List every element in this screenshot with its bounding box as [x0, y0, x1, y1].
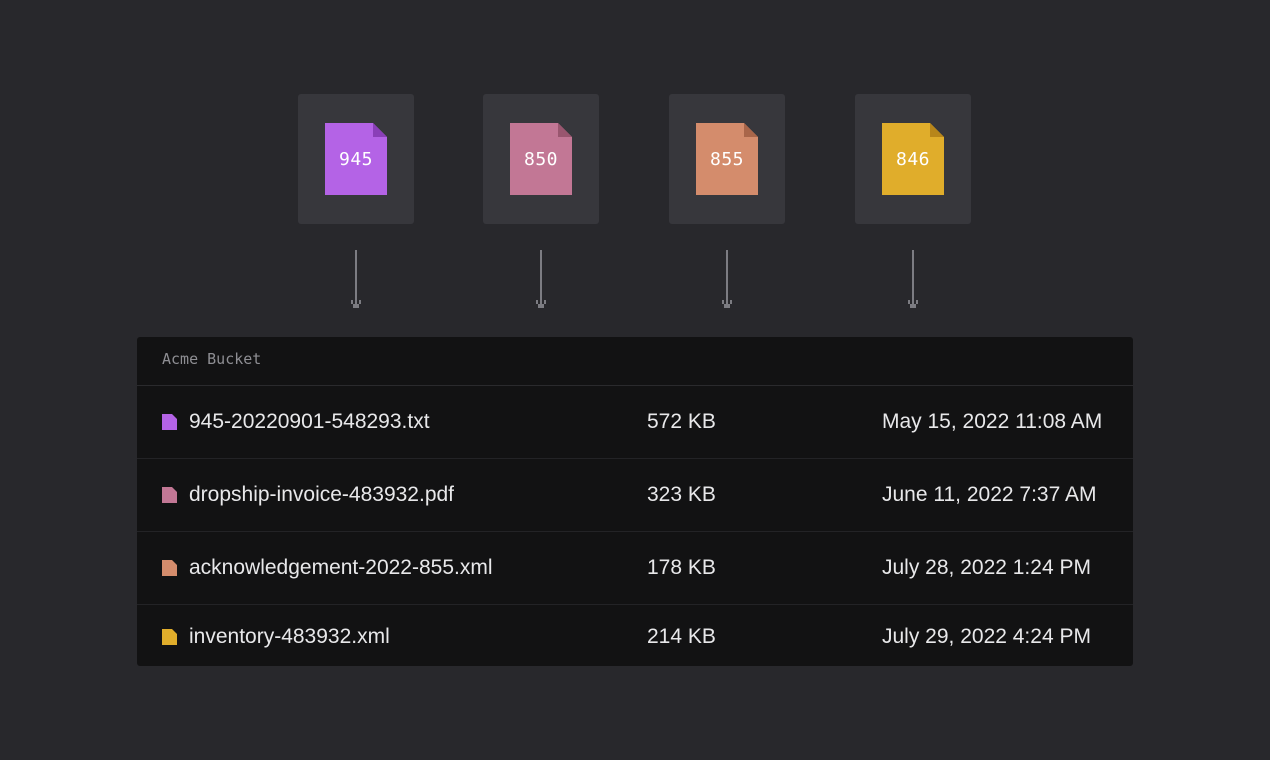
file-row[interactable]: 945-20220901-548293.txt 572 KB May 15, 2… [137, 386, 1133, 459]
document-icon: 846 [882, 123, 944, 195]
file-name: 945-20220901-548293.txt [189, 410, 430, 433]
document-card-855: 855 [669, 94, 785, 224]
down-arrow-icon [351, 250, 361, 308]
document-code: 945 [338, 149, 373, 170]
file-icon [162, 487, 177, 503]
file-date: June 11, 2022 7:37 AM [882, 483, 1097, 506]
file-name: dropship-invoice-483932.pdf [189, 483, 455, 506]
document-card-846: 846 [855, 94, 971, 224]
bucket-title: Acme Bucket [137, 337, 1133, 386]
bucket-panel: Acme Bucket 945-20220901-548293.txt 572 … [137, 337, 1133, 666]
document-code: 846 [895, 149, 930, 170]
file-name: inventory-483932.xml [189, 624, 390, 648]
file-row[interactable]: acknowledgement-2022-855.xml 178 KB July… [137, 532, 1133, 605]
down-arrow-icon [536, 250, 546, 308]
document-card-945: 945 [298, 94, 414, 224]
down-arrow-icon [722, 250, 732, 308]
file-size: 323 KB [647, 483, 716, 506]
file-icon [162, 560, 177, 576]
file-size: 178 KB [647, 556, 716, 579]
file-date: May 15, 2022 11:08 AM [882, 410, 1103, 433]
file-icon [162, 628, 177, 645]
file-size: 214 KB [647, 624, 716, 648]
document-code: 855 [709, 149, 744, 170]
file-row[interactable]: inventory-483932.xml 214 KB July 29, 202… [137, 605, 1133, 666]
down-arrow-icon [908, 250, 918, 308]
file-name: acknowledgement-2022-855.xml [189, 556, 493, 579]
file-date: July 28, 2022 1:24 PM [882, 556, 1091, 579]
file-icon [162, 414, 177, 430]
file-size: 572 KB [647, 410, 716, 433]
document-icon: 850 [510, 123, 572, 195]
document-icon: 855 [696, 123, 758, 195]
document-card-850: 850 [483, 94, 599, 224]
file-date: July 29, 2022 4:24 PM [882, 624, 1091, 648]
document-code: 850 [523, 149, 558, 170]
file-row[interactable]: dropship-invoice-483932.pdf 323 KB June … [137, 459, 1133, 532]
document-icon: 945 [325, 123, 387, 195]
